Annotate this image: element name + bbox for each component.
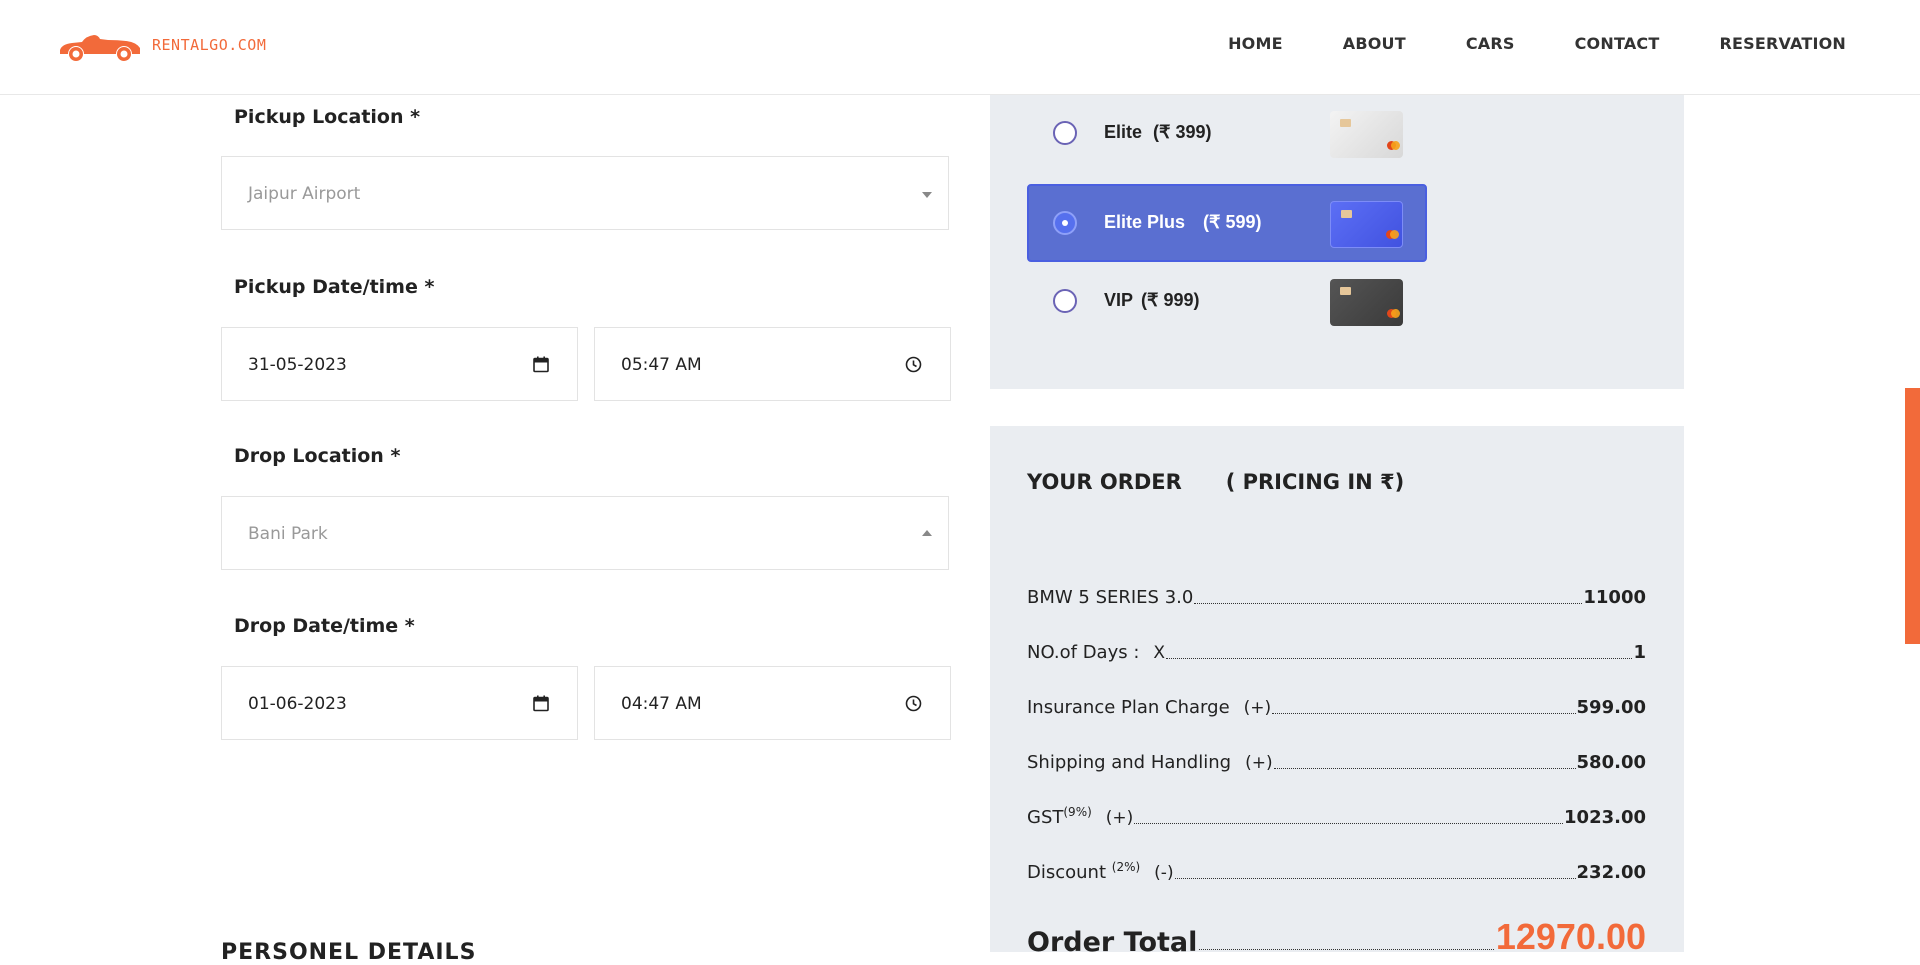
plan-elite-radio[interactable] bbox=[1053, 121, 1077, 145]
pickup-date-input[interactable]: 31-05-2023 bbox=[221, 327, 578, 401]
row-amount: 1 bbox=[1633, 642, 1646, 663]
order-row-discount: Discount (2%) (-) 232.00 bbox=[1027, 857, 1646, 883]
nav-home[interactable]: HOME bbox=[1228, 34, 1283, 53]
chevron-up-icon bbox=[922, 530, 932, 536]
pickup-location-select[interactable]: Jaipur Airport bbox=[221, 156, 949, 230]
row-operator: (-) bbox=[1154, 863, 1174, 883]
silver-card-icon bbox=[1330, 111, 1403, 158]
row-rate: (2%) bbox=[1111, 860, 1141, 874]
calendar-icon[interactable] bbox=[533, 356, 549, 378]
clock-icon[interactable] bbox=[905, 695, 922, 717]
row-label: GST(9%) bbox=[1027, 805, 1092, 828]
row-label: Discount (2%) bbox=[1027, 860, 1141, 883]
row-amount: 232.00 bbox=[1576, 862, 1646, 883]
plan-name: Elite Plus bbox=[1104, 212, 1186, 232]
order-total-row: Order Total 12970.00 bbox=[1027, 916, 1646, 958]
order-row-car: BMW 5 SERIES 3.0 11000 bbox=[1027, 582, 1646, 608]
order-title-text: YOUR ORDER bbox=[1027, 470, 1182, 494]
drop-date-input[interactable]: 01-06-2023 bbox=[221, 666, 578, 740]
order-row-days: NO.of Days : X 1 bbox=[1027, 637, 1646, 663]
blue-card-icon bbox=[1330, 201, 1403, 248]
calendar-icon[interactable] bbox=[533, 695, 549, 717]
plan-vip-radio[interactable] bbox=[1053, 289, 1077, 313]
side-scroll-accent[interactable] bbox=[1905, 388, 1920, 644]
logo-text: RENTALGO.COM bbox=[152, 36, 267, 54]
row-label: BMW 5 SERIES 3.0 bbox=[1027, 587, 1194, 608]
plan-vip[interactable]: VIP (₹ 999) bbox=[1027, 262, 1427, 340]
car-logo-icon bbox=[60, 35, 140, 61]
row-label: NO.of Days : bbox=[1027, 642, 1140, 663]
row-amount: 11000 bbox=[1583, 587, 1646, 608]
row-operator: X bbox=[1153, 643, 1166, 663]
drop-datetime-label: Drop Date/time * bbox=[234, 615, 415, 637]
insurance-plans-panel: Elite (₹ 399) Elite Plus (₹ 599) VIP (₹ … bbox=[990, 95, 1684, 389]
logo[interactable]: RENTALGO.COM bbox=[56, 32, 266, 62]
drop-time-input[interactable]: 04:47 AM bbox=[594, 666, 951, 740]
pickup-location-label: Pickup Location * bbox=[234, 106, 421, 128]
order-total-label: Order Total bbox=[1027, 927, 1198, 958]
row-label: Shipping and Handling bbox=[1027, 752, 1232, 773]
chevron-down-icon bbox=[922, 192, 932, 198]
plan-name: VIP bbox=[1104, 290, 1134, 310]
plan-name: Elite bbox=[1104, 122, 1143, 142]
pickup-datetime-label: Pickup Date/time * bbox=[234, 276, 435, 298]
personal-details-heading: PERSONEL DETAILS bbox=[221, 940, 477, 965]
nav-about[interactable]: ABOUT bbox=[1343, 34, 1406, 53]
drop-location-select[interactable]: Bani Park bbox=[221, 496, 949, 570]
drop-location-label: Drop Location * bbox=[234, 445, 401, 467]
order-title: YOUR ORDER ( PRICING IN ₹) bbox=[1027, 470, 1404, 494]
nav-reservation[interactable]: RESERVATION bbox=[1719, 34, 1846, 53]
drop-location-value: Bani Park bbox=[248, 524, 328, 544]
drop-date-value: 01-06-2023 bbox=[248, 694, 347, 714]
order-row-insurance: Insurance Plan Charge (+) 599.00 bbox=[1027, 692, 1646, 718]
order-row-gst: GST(9%) (+) 1023.00 bbox=[1027, 802, 1646, 828]
nav-contact[interactable]: CONTACT bbox=[1575, 34, 1660, 53]
pickup-location-value: Jaipur Airport bbox=[248, 184, 361, 204]
order-summary-panel: YOUR ORDER ( PRICING IN ₹) BMW 5 SERIES … bbox=[990, 426, 1684, 958]
row-amount: 599.00 bbox=[1576, 697, 1646, 718]
plan-elite[interactable]: Elite (₹ 399) bbox=[1027, 94, 1427, 172]
plan-price: (₹ 399) bbox=[1153, 122, 1212, 142]
pickup-time-value: 05:47 AM bbox=[621, 355, 702, 375]
plan-price: (₹ 999) bbox=[1141, 290, 1200, 310]
plan-elite-plus[interactable]: Elite Plus (₹ 599) bbox=[1027, 184, 1427, 262]
order-row-shipping: Shipping and Handling (+) 580.00 bbox=[1027, 747, 1646, 773]
plan-price: (₹ 599) bbox=[1203, 212, 1262, 232]
pickup-time-input[interactable]: 05:47 AM bbox=[594, 327, 951, 401]
row-operator: (+) bbox=[1105, 808, 1134, 828]
drop-time-value: 04:47 AM bbox=[621, 694, 702, 714]
site-header: RENTALGO.COM HOME ABOUT CARS CONTACT RES… bbox=[0, 0, 1920, 95]
row-rate: (9%) bbox=[1063, 805, 1092, 819]
plan-elite-plus-radio[interactable] bbox=[1053, 211, 1077, 235]
row-amount: 1023.00 bbox=[1564, 807, 1646, 828]
clock-icon[interactable] bbox=[905, 356, 922, 378]
pricing-note: ( PRICING IN ₹) bbox=[1225, 470, 1405, 494]
row-operator: (+) bbox=[1245, 753, 1273, 773]
black-card-icon bbox=[1330, 279, 1403, 326]
row-label: Insurance Plan Charge bbox=[1027, 697, 1230, 718]
main-nav: HOME ABOUT CARS CONTACT RESERVATION bbox=[1228, 34, 1846, 53]
row-amount: 580.00 bbox=[1576, 752, 1646, 773]
pickup-date-value: 31-05-2023 bbox=[248, 355, 347, 375]
row-operator: (+) bbox=[1243, 698, 1272, 718]
nav-cars[interactable]: CARS bbox=[1466, 34, 1515, 53]
